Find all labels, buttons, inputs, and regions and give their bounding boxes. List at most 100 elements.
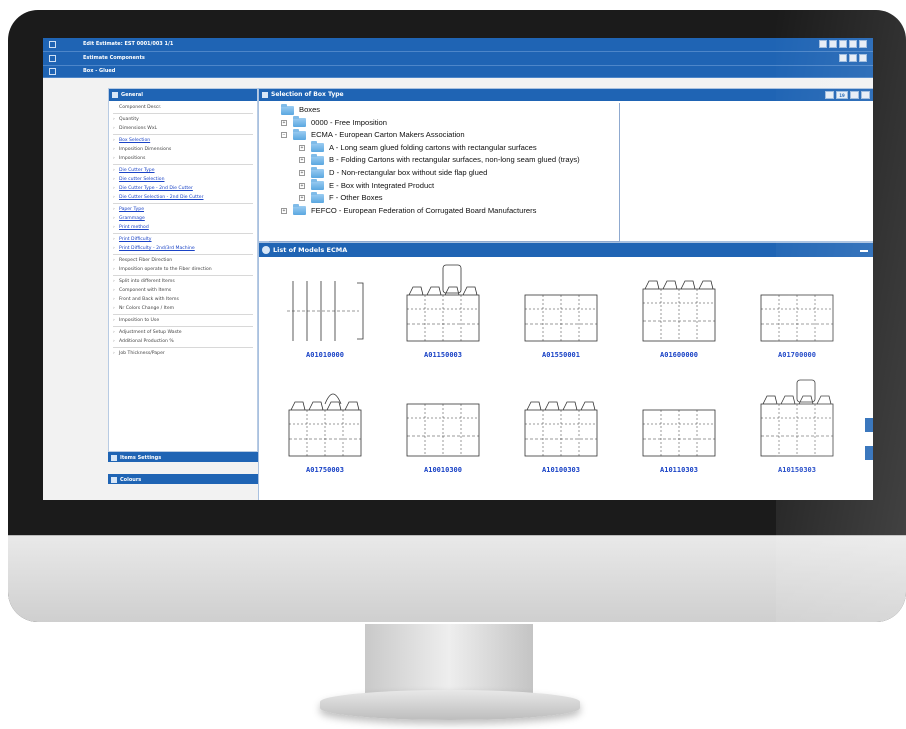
- tree-node[interactable]: + B - Folding Cartons with rectangular su…: [299, 153, 580, 166]
- divider: [113, 134, 253, 135]
- general-panel-header[interactable]: General: [109, 89, 257, 101]
- param-item: Adjustment of Setup Waste: [113, 328, 253, 337]
- model-code[interactable]: A01700000: [751, 351, 843, 359]
- expand-toggle-icon[interactable]: +: [281, 207, 287, 214]
- model-code[interactable]: A01550001: [515, 351, 607, 359]
- save-icon[interactable]: [859, 54, 867, 62]
- tree-node[interactable]: − ECMA - European Carton Makers Associati…: [281, 128, 465, 141]
- general-panel: General Component Descr. QuantityDimensio…: [108, 88, 258, 452]
- tree-node[interactable]: + E - Box with Integrated Product: [299, 179, 434, 192]
- folder-icon: [293, 116, 306, 128]
- param-link[interactable]: Print Difficulty: [113, 235, 253, 244]
- component-bar: Box - Glued: [43, 66, 873, 78]
- tree-node[interactable]: Boxes: [281, 103, 320, 116]
- param-link[interactable]: Print Difficulty - 2nd/3rd Machine: [113, 244, 253, 253]
- expand-toggle-icon[interactable]: +: [299, 182, 305, 189]
- tree-node[interactable]: + F - Other Boxes: [299, 191, 383, 204]
- monitor-base: [320, 690, 580, 720]
- window-icon[interactable]: [861, 91, 870, 99]
- param-item: Front and Back with Items: [113, 295, 253, 304]
- monitor-chin: [8, 535, 906, 622]
- tree-node[interactable]: + FEFCO - European Federation of Corrugat…: [281, 204, 536, 217]
- param-link[interactable]: Box Selection: [113, 136, 253, 145]
- dieline-drawing: [524, 294, 598, 342]
- dieline-drawing: [524, 401, 598, 457]
- selection-panel-header: Selection of Box Type 19: [259, 89, 873, 101]
- param-link[interactable]: Grammage: [113, 214, 253, 223]
- side-tab[interactable]: [865, 446, 873, 460]
- expand-toggle-icon[interactable]: +: [281, 119, 287, 126]
- items-settings-title: Items Settings: [120, 455, 162, 461]
- model-code[interactable]: A10100303: [515, 466, 607, 474]
- exit-icon[interactable]: [849, 40, 857, 48]
- pager-icon[interactable]: [825, 91, 834, 99]
- model-code[interactable]: A01750003: [279, 466, 371, 474]
- model-code[interactable]: A01600000: [633, 351, 725, 359]
- model-code[interactable]: A10110303: [633, 466, 725, 474]
- box-icon[interactable]: [49, 68, 56, 75]
- colours-header[interactable]: Colours: [108, 474, 268, 484]
- model-code[interactable]: A01150003: [397, 351, 489, 359]
- param-link[interactable]: Paper Type: [113, 205, 253, 214]
- model-code[interactable]: A10150303: [751, 466, 843, 474]
- dieline-drawing: [287, 281, 364, 341]
- box-model-card[interactable]: A10100303: [515, 378, 607, 478]
- divider: [113, 254, 253, 255]
- general-panel-title: General: [121, 92, 143, 98]
- param-link[interactable]: Print method: [113, 223, 253, 232]
- monitor-bezel: Edit Estimate: EST 0001/003 1/1 Estimate…: [8, 10, 906, 622]
- edit-icon[interactable]: [849, 54, 857, 62]
- expand-toggle-icon[interactable]: +: [299, 170, 305, 176]
- subtitle-bar: Estimate Components: [43, 52, 873, 66]
- box-model-card[interactable]: A10010300: [397, 378, 489, 478]
- save-icon[interactable]: [829, 40, 837, 48]
- side-tab[interactable]: [865, 418, 873, 432]
- folder-icon[interactable]: [839, 54, 847, 62]
- tree-node-label: ECMA - European Carton Makers Associatio…: [311, 130, 465, 140]
- box-model-card[interactable]: A01010000: [279, 263, 371, 363]
- expand-toggle-icon[interactable]: −: [281, 132, 287, 139]
- tree-icon[interactable]: [49, 55, 56, 62]
- collapse-icon[interactable]: [860, 250, 868, 252]
- dieline-drawing: [760, 294, 834, 342]
- minimize-icon[interactable]: [850, 91, 859, 99]
- expand-toggle-icon[interactable]: +: [299, 195, 305, 202]
- models-panel: List of Models ECMA A01010000 A01150003 A0…: [258, 242, 873, 500]
- menu-icon[interactable]: [49, 41, 56, 48]
- copy-icon[interactable]: [839, 40, 847, 48]
- model-code[interactable]: A01010000: [279, 351, 371, 359]
- tree-node[interactable]: +0000 - Free Imposition: [281, 116, 387, 129]
- divider: [113, 233, 253, 234]
- expand-toggle-icon[interactable]: +: [299, 157, 305, 164]
- tree-node[interactable]: + A - Long seam glued folding cartons wit…: [299, 141, 537, 154]
- box-model-card[interactable]: A01700000: [751, 263, 843, 363]
- param-item: Respect Fiber Direction: [113, 256, 253, 265]
- tree-node[interactable]: + D - Non-rectangular box without side fl…: [299, 166, 487, 179]
- box-model-card[interactable]: A01600000: [633, 263, 725, 363]
- folder-icon: [311, 191, 324, 203]
- expand-toggle-icon[interactable]: +: [299, 144, 305, 151]
- folder-icon: [293, 128, 306, 140]
- box-model-card[interactable]: A01150003: [397, 263, 489, 363]
- monitor-stand: [365, 624, 533, 694]
- box-model-card[interactable]: A01550001: [515, 263, 607, 363]
- box-model-card[interactable]: A10150303: [751, 378, 843, 478]
- param-link[interactable]: Die Cutter Type: [113, 166, 253, 175]
- box-model-card[interactable]: A01750003: [279, 378, 371, 478]
- box-type-tree: Boxes +0000 - Free Imposition − ECMA - Euro…: [269, 103, 620, 242]
- divider: [113, 314, 253, 315]
- model-code[interactable]: A10010300: [397, 466, 489, 474]
- selection-toolbar: 19: [825, 91, 870, 99]
- box-model-card[interactable]: A10110303: [633, 378, 725, 478]
- items-settings-header[interactable]: Items Settings: [108, 452, 268, 462]
- param-link[interactable]: Die Cutter Selection - 2nd Die Cutter: [113, 193, 253, 202]
- param-link[interactable]: Die Cutter Type - 2nd Die Cutter: [113, 184, 253, 193]
- page-number[interactable]: 19: [836, 91, 848, 99]
- param-item: Nr Colors Change / Item: [113, 304, 253, 313]
- param-item: Dimensions WxL: [113, 124, 253, 133]
- scroll-up-icon[interactable]: [859, 40, 867, 48]
- param-link[interactable]: Die cutter Selection: [113, 175, 253, 184]
- divider: [113, 326, 253, 327]
- print-icon[interactable]: [819, 40, 827, 48]
- divider: [113, 275, 253, 276]
